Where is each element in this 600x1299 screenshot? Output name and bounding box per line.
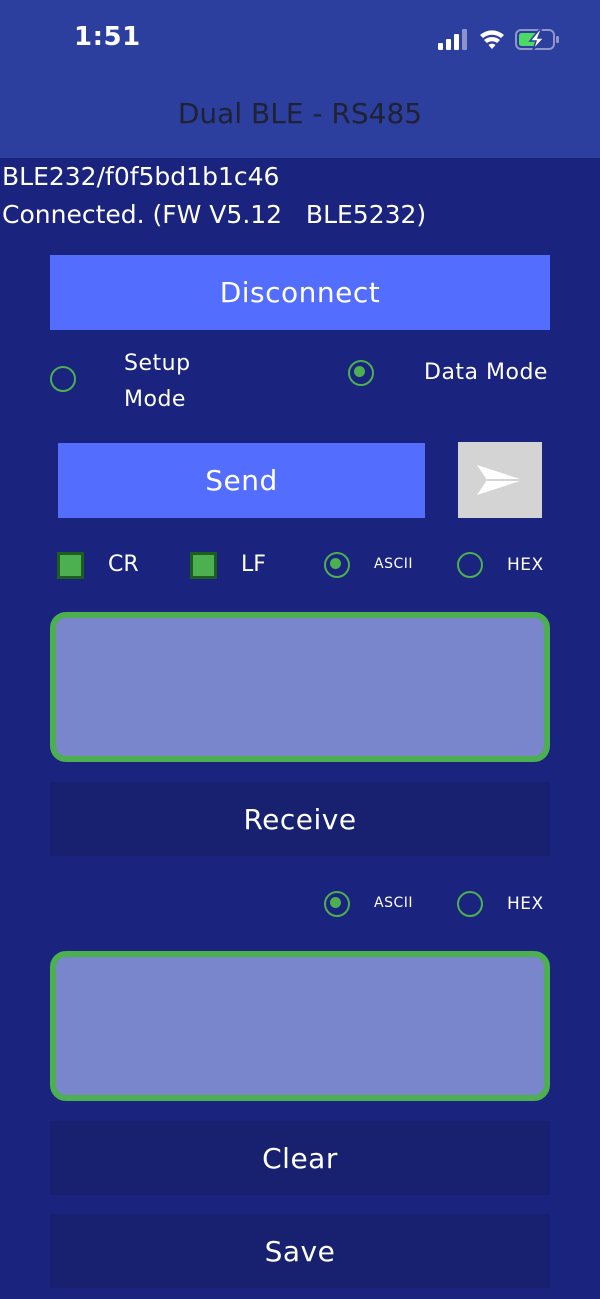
connection-status-text: Connected. (FW V5.12 BLE5232) [2,200,427,229]
save-button[interactable]: Save [50,1214,550,1288]
app-header: 1:51 Dual BLE - RS485 [0,0,600,158]
clear-button[interactable]: Clear [50,1121,550,1195]
device-id-text: BLE232/f0f5bd1b1c46 [2,162,280,191]
receive-button[interactable]: Receive [50,782,550,856]
send-text-area[interactable] [50,612,550,762]
receive-ascii-radio[interactable] [324,891,350,917]
setup-mode-radio[interactable] [50,366,76,392]
setup-mode-label: Setup Mode [124,346,191,418]
status-icons [436,27,566,53]
send-arrow-button[interactable] [458,442,542,518]
receive-text-area[interactable] [50,951,550,1101]
status-time: 1:51 [74,22,141,52]
receive-ascii-label: ASCII [374,895,413,911]
cr-label: CR [108,552,139,577]
app-title: Dual BLE - RS485 [177,97,423,130]
send-hex-label: HEX [507,555,544,575]
receive-hex-radio[interactable] [457,891,483,917]
receive-hex-label: HEX [507,894,544,914]
setup-mode-label-line2: Mode [124,387,186,412]
send-arrow-icon [477,465,523,495]
lf-checkbox[interactable] [190,552,217,579]
send-button[interactable]: Send [58,443,425,518]
disconnect-button[interactable]: Disconnect [50,255,550,330]
cr-checkbox[interactable] [57,552,84,579]
lf-label: LF [241,552,266,577]
send-hex-radio[interactable] [457,552,483,578]
data-mode-radio[interactable] [348,360,374,386]
setup-mode-label-line1: Setup [124,351,191,376]
send-ascii-radio[interactable] [324,552,350,578]
send-ascii-label: ASCII [374,556,413,572]
battery-charging-icon [515,29,559,51]
wifi-icon [480,30,504,49]
data-mode-label: Data Mode [424,360,548,385]
cellular-signal-icon [438,29,467,50]
